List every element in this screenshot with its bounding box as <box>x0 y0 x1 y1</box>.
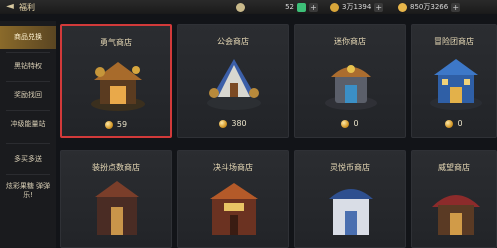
currency-2-value: 3万1394 <box>342 3 372 11</box>
price: 0 <box>295 119 405 128</box>
shop-card-courage[interactable]: 勇气商店 59 <box>60 24 172 138</box>
price: 0 <box>412 119 496 128</box>
sidebar-item-label: 商品兑换 <box>14 33 42 41</box>
shop-name: 装扮点数商店 <box>92 163 140 172</box>
sidebar-item-label: 多买多送 <box>14 155 42 163</box>
sidebar-item-label: 奖励找回 <box>14 91 42 99</box>
courage-shop-image <box>91 62 145 111</box>
page-title: 福利 <box>19 2 35 12</box>
green-gem-icon <box>297 2 306 12</box>
sidebar: 商品兑换 黑钻特权 奖励找回 冲级能量站 多买多送 炫彩果糖 弹弹乐! <box>0 21 56 248</box>
shop-card-prestige[interactable]: 威望商店 <box>411 150 497 248</box>
currency-3-add-button[interactable]: + <box>451 2 461 12</box>
sidebar-item-label: 炫彩果糖 弹弹乐! <box>5 182 51 199</box>
sidebar-item-buy-more[interactable]: 多买多送 <box>0 148 56 171</box>
shop-card-arena[interactable]: 决斗场商店 <box>177 150 289 248</box>
price: 380 <box>178 119 288 128</box>
currency-2: 3万1394 + <box>330 1 384 13</box>
divider <box>6 110 50 111</box>
shop-name: 迷你商店 <box>334 37 366 46</box>
moon-coin-icon <box>236 2 245 12</box>
currency-1-add-button[interactable]: + <box>309 2 318 12</box>
prestige-shop-image <box>432 195 480 235</box>
sidebar-item-reward-recovery[interactable]: 奖励找回 <box>0 84 56 107</box>
gold-coin-icon <box>330 2 339 12</box>
shop-card-costume-points[interactable]: 装扮点数商店 <box>60 150 172 248</box>
lingyue-shop-image <box>329 189 373 235</box>
coin-icon <box>445 119 454 128</box>
price-value: 0 <box>353 119 359 128</box>
coin-icon <box>219 119 228 128</box>
shop-card-mini[interactable]: 迷你商店 0 <box>294 24 406 138</box>
price: 59 <box>62 120 170 129</box>
shop-card-adventure[interactable]: 冒险团商店 0 <box>411 24 497 138</box>
shop-name: 威望商店 <box>438 163 470 172</box>
sidebar-item-exchange[interactable]: 商品兑换 <box>0 26 56 49</box>
currency-3-value: 850万3266 <box>410 3 449 11</box>
costume-shop-image <box>95 181 139 235</box>
currency-2-add-button[interactable]: + <box>374 2 384 12</box>
sidebar-item-candy-event[interactable]: 炫彩果糖 弹弹乐! <box>0 176 56 206</box>
divider <box>6 81 50 82</box>
mini-shop-image <box>325 65 377 110</box>
back-arrow-icon[interactable]: ◄ <box>4 1 16 13</box>
shop-name: 勇气商店 <box>100 38 132 47</box>
currency-1: 52 + <box>236 1 318 13</box>
divider <box>6 52 50 53</box>
guild-shop-image <box>207 59 261 110</box>
price-value: 59 <box>116 120 128 129</box>
price-value: 380 <box>231 119 247 128</box>
sidebar-item-label: 黑钻特权 <box>14 62 42 70</box>
divider <box>6 143 50 144</box>
shop-card-guild[interactable]: 公会商店 380 <box>177 24 289 138</box>
shop-name: 公会商店 <box>217 37 249 46</box>
currency-1-value: 52 <box>285 3 294 11</box>
adventure-shop-image <box>430 59 482 110</box>
price-value: 0 <box>457 119 463 128</box>
shop-name: 冒险团商店 <box>434 37 474 46</box>
currency-3: 850万3266 + <box>398 1 461 13</box>
sidebar-item-black-diamond[interactable]: 黑钻特权 <box>0 55 56 78</box>
coin-icon <box>104 120 113 129</box>
sidebar-item-level-energy[interactable]: 冲级能量站 <box>0 113 56 136</box>
top-bar: ◄ 福利 52 + 3万1394 + 850万3266 + <box>0 0 497 14</box>
gold-coin-icon <box>398 2 407 12</box>
shop-card-lingyue[interactable]: 灵悦币商店 <box>294 150 406 248</box>
divider <box>6 174 50 175</box>
shop-name: 灵悦币商店 <box>330 163 370 172</box>
sidebar-item-label: 冲级能量站 <box>10 120 46 128</box>
shop-name: 决斗场商店 <box>213 163 253 172</box>
arena-shop-image <box>210 183 258 235</box>
coin-icon <box>341 119 350 128</box>
